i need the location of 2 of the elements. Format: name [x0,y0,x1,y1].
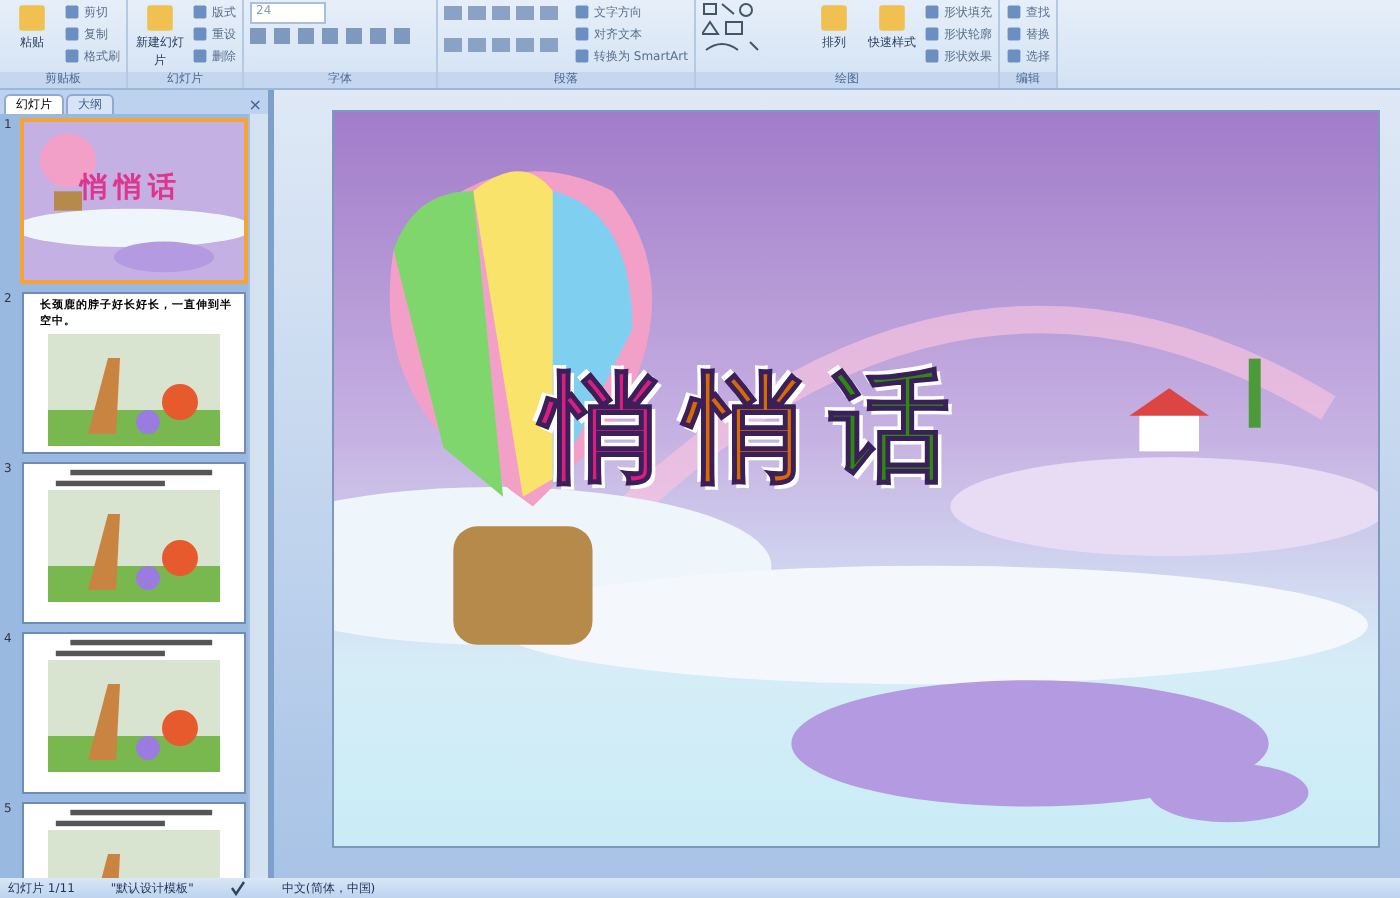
close-button[interactable]: × [242,96,268,114]
thumbnail-title: 悄悄话 [80,170,182,206]
